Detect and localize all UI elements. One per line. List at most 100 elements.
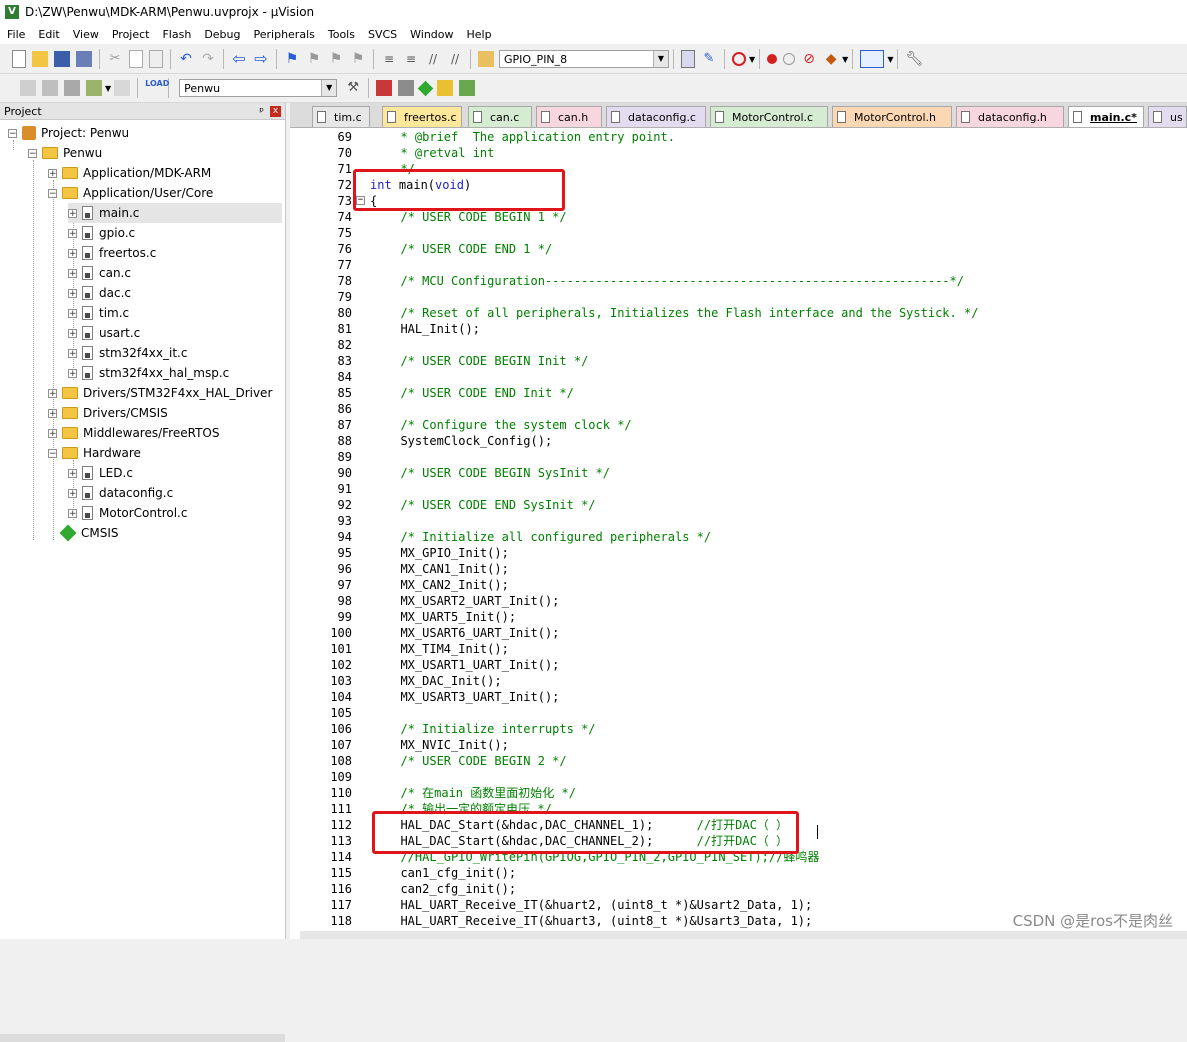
window-layout-icon[interactable]	[860, 50, 885, 68]
horizontal-scrollbar[interactable]	[300, 931, 1187, 939]
menu-window[interactable]: Window	[403, 28, 459, 41]
expand-icon[interactable]: +	[68, 348, 77, 358]
code-line[interactable]: 108 /* USER CODE BEGIN 2 */	[290, 753, 1187, 769]
copy-icon[interactable]	[129, 50, 143, 68]
find-icon[interactable]	[681, 50, 695, 68]
code-line[interactable]: 86	[290, 401, 1187, 417]
code-line[interactable]: 91	[290, 481, 1187, 497]
next-bookmark-icon[interactable]: ⚑	[328, 51, 344, 67]
tree-group[interactable]: + Drivers/CMSIS	[48, 403, 168, 423]
cut-icon[interactable]: ✂	[107, 51, 123, 67]
unindent-icon[interactable]: ≡	[403, 51, 419, 67]
chevron-down-icon[interactable]: ▼	[749, 55, 755, 64]
run-time-environment-icon[interactable]	[417, 80, 434, 96]
code-line[interactable]: 98 MX_USART2_UART_Init();	[290, 593, 1187, 609]
menu-flash[interactable]: Flash	[155, 28, 197, 41]
expand-icon[interactable]: +	[68, 248, 77, 258]
collapse-icon[interactable]: −	[48, 188, 57, 198]
tab-main-c[interactable]: main.c*	[1068, 106, 1144, 127]
tree-file[interactable]: + LED.c	[68, 463, 133, 483]
code-line[interactable]: 104 MX_USART3_UART_Init();	[290, 689, 1187, 705]
clear-breakpoints-icon[interactable]: ◆	[823, 51, 839, 67]
code-line[interactable]: 103 MX_DAC_Init();	[290, 673, 1187, 689]
paste-icon[interactable]	[149, 50, 163, 68]
tab-dataconfig-c[interactable]: dataconfig.c	[606, 106, 706, 127]
code-line[interactable]: 106 /* Initialize interrupts */	[290, 721, 1187, 737]
menu-project[interactable]: Project	[105, 28, 156, 41]
breakpoint-icon[interactable]	[767, 54, 778, 64]
find-in-files-icon[interactable]	[478, 51, 494, 67]
code-line[interactable]: 102 MX_USART1_UART_Init();	[290, 657, 1187, 673]
download-load-icon[interactable]: LOAD	[145, 80, 169, 96]
tab-can-c[interactable]: can.c	[468, 106, 532, 127]
code-line[interactable]: 95 MX_GPIO_Init();	[290, 545, 1187, 561]
code-line[interactable]: 90 /* USER CODE BEGIN SysInit */	[290, 465, 1187, 481]
tree-group[interactable]: + Drivers/STM32F4xx_HAL_Driver	[48, 383, 272, 403]
code-line[interactable]: 79	[290, 289, 1187, 305]
build-icon[interactable]	[42, 80, 58, 96]
uncomment-icon[interactable]: //	[447, 51, 463, 67]
menu-peripherals[interactable]: Peripherals	[247, 28, 321, 41]
tree-target[interactable]: − Penwu	[28, 143, 102, 163]
code-editor[interactable]: 69 * @brief The application entry point.…	[290, 128, 1187, 939]
close-icon[interactable]: x	[270, 105, 281, 117]
code-line[interactable]: 92 /* USER CODE END SysInit */	[290, 497, 1187, 513]
tree-file[interactable]: + can.c	[68, 263, 131, 283]
code-line[interactable]: 81 HAL_Init();	[290, 321, 1187, 337]
expand-icon[interactable]: +	[68, 228, 77, 238]
undo-icon[interactable]: ↶	[178, 51, 194, 67]
tree-file[interactable]: + tim.c	[68, 303, 129, 323]
nav-forward-icon[interactable]: ⇨	[253, 51, 269, 67]
menu-svcs[interactable]: SVCS	[361, 28, 403, 41]
incremental-find-icon[interactable]: ✎	[701, 51, 717, 67]
new-file-icon[interactable]	[12, 50, 26, 68]
code-line[interactable]: 97 MX_CAN2_Init();	[290, 577, 1187, 593]
expand-icon[interactable]: +	[68, 368, 77, 378]
chevron-down-icon[interactable]: ▼	[653, 51, 668, 67]
disable-breakpoint-icon[interactable]	[783, 53, 796, 65]
chevron-down-icon[interactable]: ▼	[842, 55, 848, 64]
pin-icon[interactable]: ᵖ	[259, 105, 264, 118]
tree-file[interactable]: + stm32f4xx_hal_msp.c	[68, 363, 229, 383]
expand-icon[interactable]: +	[48, 428, 57, 438]
debug-session-icon[interactable]	[732, 52, 746, 66]
comment-icon[interactable]: //	[425, 51, 441, 67]
file-extensions-icon[interactable]	[376, 80, 393, 96]
indent-icon[interactable]: ≡	[381, 51, 397, 67]
expand-icon[interactable]: +	[68, 288, 77, 298]
code-line[interactable]: 110 /* 在main 函数里面初始化 */	[290, 785, 1187, 801]
batch-build-icon[interactable]	[86, 80, 102, 96]
manage-components-icon[interactable]	[398, 80, 415, 96]
code-line[interactable]: 85 /* USER CODE END Init */	[290, 385, 1187, 401]
tree-file[interactable]: + stm32f4xx_it.c	[68, 343, 187, 363]
translate-icon[interactable]	[20, 80, 36, 96]
chevron-down-icon[interactable]: ▼	[887, 55, 893, 64]
expand-icon[interactable]: +	[68, 308, 77, 318]
menu-edit[interactable]: Edit	[31, 28, 65, 41]
menu-tools[interactable]: Tools	[321, 28, 361, 41]
tree-group[interactable]: − Application/User/Core	[48, 183, 213, 203]
collapse-icon[interactable]: −	[28, 148, 37, 158]
code-line[interactable]: 69 * @brief The application entry point.	[290, 129, 1187, 145]
configure-wrench-icon[interactable]: 🔧︎	[905, 51, 923, 67]
code-line[interactable]: 88 SystemClock_Config();	[290, 433, 1187, 449]
code-line[interactable]: 107 MX_NVIC_Init();	[290, 737, 1187, 753]
kill-breakpoints-icon[interactable]: ⊘	[801, 51, 817, 67]
collapse-icon[interactable]: −	[48, 448, 57, 458]
chevron-down-icon[interactable]: ▼	[105, 84, 111, 93]
menu-view[interactable]: View	[66, 28, 105, 41]
expand-icon[interactable]: +	[48, 408, 57, 418]
open-folder-icon[interactable]	[32, 51, 48, 67]
expand-icon[interactable]: +	[68, 208, 77, 218]
code-line[interactable]: 116 can2_cfg_init();	[290, 881, 1187, 897]
tree-file[interactable]: + dac.c	[68, 283, 131, 303]
expand-icon[interactable]: +	[68, 268, 77, 278]
clear-bookmarks-icon[interactable]: ⚑	[350, 51, 366, 67]
tab-usart-c[interactable]: us	[1148, 106, 1187, 127]
code-line[interactable]: 77	[290, 257, 1187, 273]
tab-tim-c[interactable]: tim.c	[312, 106, 370, 127]
code-line[interactable]: 80 /* Reset of all peripherals, Initiali…	[290, 305, 1187, 321]
expand-icon[interactable]: +	[68, 488, 77, 498]
tab-freertos-c[interactable]: freertos.c	[382, 106, 462, 127]
tree-project-root[interactable]: − Project: Penwu	[8, 123, 129, 143]
